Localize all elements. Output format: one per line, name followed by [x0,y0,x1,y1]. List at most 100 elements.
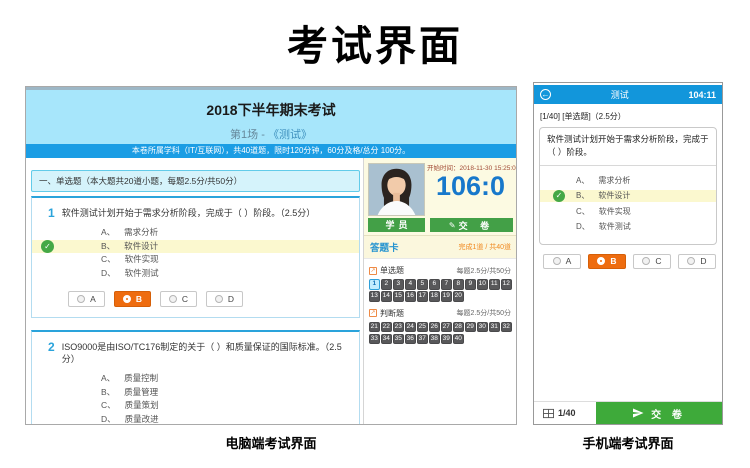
question-1: 1 软件测试计划开始于需求分析阶段，完成于（ ）阶段。（2.5分） ✓A、需求分… [31,196,360,318]
option-row[interactable]: ✓B、软件设计 [540,190,716,202]
question-number-cell[interactable]: 11 [489,279,500,290]
question-number-cell[interactable]: 6 [429,279,440,290]
question-number-cell[interactable]: 35 [393,334,404,345]
exam-info-banner: 本卷所属学科（IT/互联网），共40道题，限时120分钟，60分及格/总分 10… [26,144,516,158]
option-label: A、 [101,373,115,383]
question-number-cell[interactable]: 25 [417,322,428,333]
exam-header: 2018下半年期末考试 第1场 - 《测试》 [26,87,516,144]
option-label: A、 [576,176,589,185]
answer-card-body: ↗单选题 每题2.5分/共50分 12345678910111213141516… [364,259,516,424]
check-icon: ✓ [41,240,54,253]
question-number-cell[interactable]: 14 [381,291,392,302]
question-number-cell[interactable]: 36 [405,334,416,345]
exam-paper-name: 《测试》 [268,129,312,141]
desktop-exam-panel: 2018下半年期末考试 第1场 - 《测试》 本卷所属学科（IT/互联网），共4… [25,86,517,425]
card-section-label: 单选题 [380,265,404,276]
question-number-cell[interactable]: 12 [501,279,512,290]
question-number-cell[interactable]: 13 [369,291,380,302]
option-row[interactable]: ✓B、软件设计 [32,240,359,254]
option-label: C、 [576,207,590,216]
back-icon[interactable]: ← [540,89,551,100]
question-number-cell[interactable]: 8 [453,279,464,290]
section-icon: ↗ [369,267,377,275]
question-number-cell[interactable]: 18 [429,291,440,302]
answer-button[interactable]: D [206,291,243,307]
question-number-cell[interactable]: 26 [429,322,440,333]
option-text: 质量改进 [125,414,159,424]
question-number-cell[interactable]: 19 [441,291,452,302]
question-number-cell[interactable]: 40 [453,334,464,345]
option-text: 质量控制 [124,373,158,383]
option-row[interactable]: ✓C、质量策划 [32,399,359,413]
option-row[interactable]: ✓D、软件测试 [540,221,716,233]
section-icon: ↗ [369,309,377,317]
question-number-cell[interactable]: 33 [369,334,380,345]
question-number-cell[interactable]: 3 [393,279,404,290]
option-label: D、 [101,268,116,278]
option-label: C、 [101,254,116,264]
question-number-cell[interactable]: 28 [453,322,464,333]
option-row[interactable]: ✓C、软件实现 [540,206,716,218]
question-number-cell[interactable]: 7 [441,279,452,290]
question-number-cell[interactable]: 10 [477,279,488,290]
answer-button[interactable]: B [114,291,151,307]
question-number-cell[interactable]: 31 [489,322,500,333]
card-grid-icon [543,408,554,419]
option-text: 质量管理 [124,387,158,397]
question-number-cell[interactable]: 34 [381,334,392,345]
option-row[interactable]: ✓C、软件实现 [32,253,359,267]
answer-button[interactable]: D [678,254,716,269]
question-number-cell[interactable]: 30 [477,322,488,333]
question-number-cell[interactable]: 1 [369,279,380,290]
question-number-cell[interactable]: 38 [429,334,440,345]
submit-label: 交 卷 [459,219,495,232]
answer-card-toggle[interactable]: 1/40 [534,402,596,424]
option-row[interactable]: ✓A、需求分析 [540,175,716,187]
question-number-cell[interactable]: 5 [417,279,428,290]
question-number-cell[interactable]: 27 [441,322,452,333]
option-label: D、 [576,222,590,231]
option-row[interactable]: ✓D、质量改进 [32,413,359,426]
mobile-progress: 1/40 [558,408,576,418]
option-row[interactable]: ✓A、质量控制 [32,372,359,386]
answer-button[interactable]: A [543,254,581,269]
answer-button[interactable]: A [68,291,105,307]
exam-sidebar: 学员 开始时间：2018-11-30 15:25:00 106:0 ✎ 交 卷 … [363,158,516,424]
question-meta: [1/40] [单选题]（2.5分） [534,104,722,127]
student-badge: 学员 [368,218,425,232]
option-row[interactable]: ✓A、需求分析 [32,226,359,240]
answer-button-label: C [655,256,661,266]
paper-plane-icon [632,407,644,419]
question-number-cell[interactable]: 16 [405,291,416,302]
answer-button[interactable]: C [633,254,671,269]
question-number-cell[interactable]: 23 [393,322,404,333]
question-number-cell[interactable]: 9 [465,279,476,290]
question-number-cell[interactable]: 20 [453,291,464,302]
option-text: 软件测试 [599,222,631,231]
answer-button-label: A [566,256,572,266]
option-text: 软件实现 [599,207,631,216]
question-number-cell[interactable]: 15 [393,291,404,302]
mobile-spacer [534,269,722,402]
question-number-cell[interactable]: 4 [405,279,416,290]
question-number-cell[interactable]: 29 [465,322,476,333]
question-2: 2 ISO9000是由ISO/TC176制定的关于（ ）和质量保证的国际标准。（… [31,330,360,425]
question-number-cell[interactable]: 22 [381,322,392,333]
answer-button[interactable]: C [160,291,197,307]
question-number-cell[interactable]: 21 [369,322,380,333]
submit-button[interactable]: ✎ 交 卷 [430,218,513,232]
question-number-cell[interactable]: 17 [417,291,428,302]
question-number-cell[interactable]: 24 [405,322,416,333]
mobile-timer: 104:11 [688,90,716,100]
option-row[interactable]: ✓D、软件测试 [32,267,359,281]
option-row[interactable]: ✓B、质量管理 [32,386,359,400]
question-number-cell[interactable]: 39 [441,334,452,345]
mobile-submit-button[interactable]: 交 卷 [596,402,722,424]
question-number-cell[interactable]: 32 [501,322,512,333]
question-number-cell[interactable]: 2 [381,279,392,290]
question-number-cell[interactable]: 37 [417,334,428,345]
option-label: A、 [101,227,115,237]
question-column: 一、单选题（本大题共20道小题，每题2.5分/共50分） 1 软件测试计划开始于… [26,158,363,424]
answer-button[interactable]: B [588,254,626,269]
student-timer-block: 学员 开始时间：2018-11-30 15:25:00 106:0 ✎ 交 卷 [364,158,516,236]
